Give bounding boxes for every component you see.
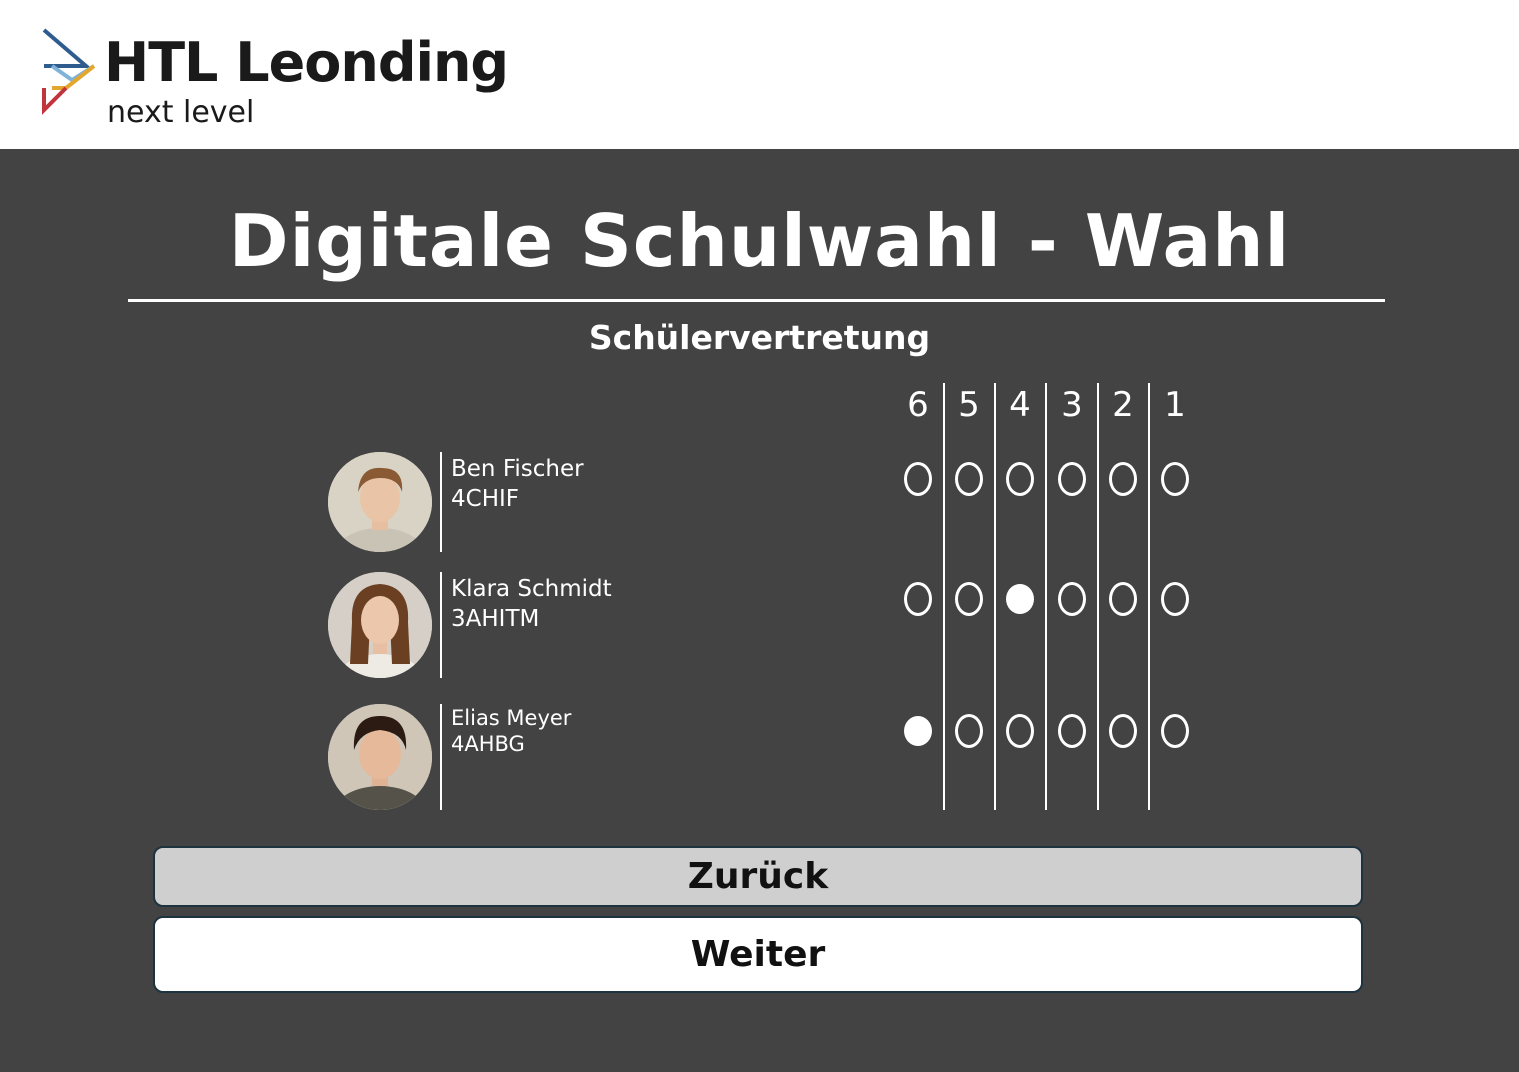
vote-option-5[interactable] — [943, 711, 995, 751]
vote-option-1[interactable] — [1149, 579, 1201, 619]
candidate-row: Elias Meyer 4AHBG — [328, 704, 928, 810]
vote-option-3[interactable] — [1046, 459, 1098, 499]
candidate-divider — [440, 452, 442, 552]
vote-option-5[interactable] — [943, 579, 995, 619]
vote-option-2[interactable] — [1097, 711, 1149, 751]
vote-option-4-selected[interactable] — [994, 579, 1046, 619]
next-button[interactable]: Weiter — [153, 916, 1363, 993]
candidate-row: Ben Fischer 4CHIF — [328, 452, 928, 552]
candidate-name: Klara Schmidt — [451, 576, 612, 602]
vote-option-1[interactable] — [1149, 459, 1201, 499]
candidate-name: Ben Fischer — [451, 456, 584, 482]
brand-title: HTL Leonding — [104, 31, 509, 94]
header-bar: HTL Leonding next level — [0, 0, 1519, 149]
rank-label-5: 5 — [958, 385, 980, 425]
page-title: Digitale Schulwahl - Wahl — [228, 199, 1291, 283]
vote-option-4[interactable] — [994, 711, 1046, 751]
htl-logo-icon — [42, 28, 96, 115]
candidate-class: 3AHITM — [451, 606, 540, 632]
candidate-row: Klara Schmidt 3AHITM — [328, 572, 928, 678]
vote-option-3[interactable] — [1046, 711, 1098, 751]
vote-option-6[interactable] — [892, 459, 944, 499]
rank-label-3: 3 — [1061, 385, 1083, 425]
back-button[interactable]: Zurück — [153, 846, 1363, 907]
vote-option-4[interactable] — [994, 459, 1046, 499]
vote-option-6-selected[interactable] — [892, 711, 944, 751]
candidate-class: 4CHIF — [451, 486, 520, 512]
vote-option-2[interactable] — [1097, 579, 1149, 619]
section-title: Schülervertretung — [588, 318, 931, 357]
rank-label-6: 6 — [907, 385, 929, 425]
brand-subtitle: next level — [107, 95, 255, 130]
candidate-divider — [440, 572, 442, 678]
vote-option-2[interactable] — [1097, 459, 1149, 499]
candidate-avatar — [328, 704, 432, 810]
candidate-avatar — [328, 452, 432, 552]
candidate-avatar — [328, 572, 432, 678]
candidate-class: 4AHBG — [451, 732, 525, 756]
rank-label-2: 2 — [1112, 385, 1134, 425]
vote-row-ben-fischer — [892, 459, 1200, 499]
vote-option-1[interactable] — [1149, 711, 1201, 751]
rank-label-1: 1 — [1164, 385, 1186, 425]
vote-option-6[interactable] — [892, 579, 944, 619]
vote-option-5[interactable] — [943, 459, 995, 499]
rank-label-4: 4 — [1009, 385, 1031, 425]
vote-row-klara-schmidt — [892, 579, 1200, 619]
vote-row-elias-meyer — [892, 711, 1200, 751]
candidate-name: Elias Meyer — [451, 706, 572, 730]
candidate-divider — [440, 704, 442, 810]
vote-option-3[interactable] — [1046, 579, 1098, 619]
title-divider — [128, 299, 1385, 302]
